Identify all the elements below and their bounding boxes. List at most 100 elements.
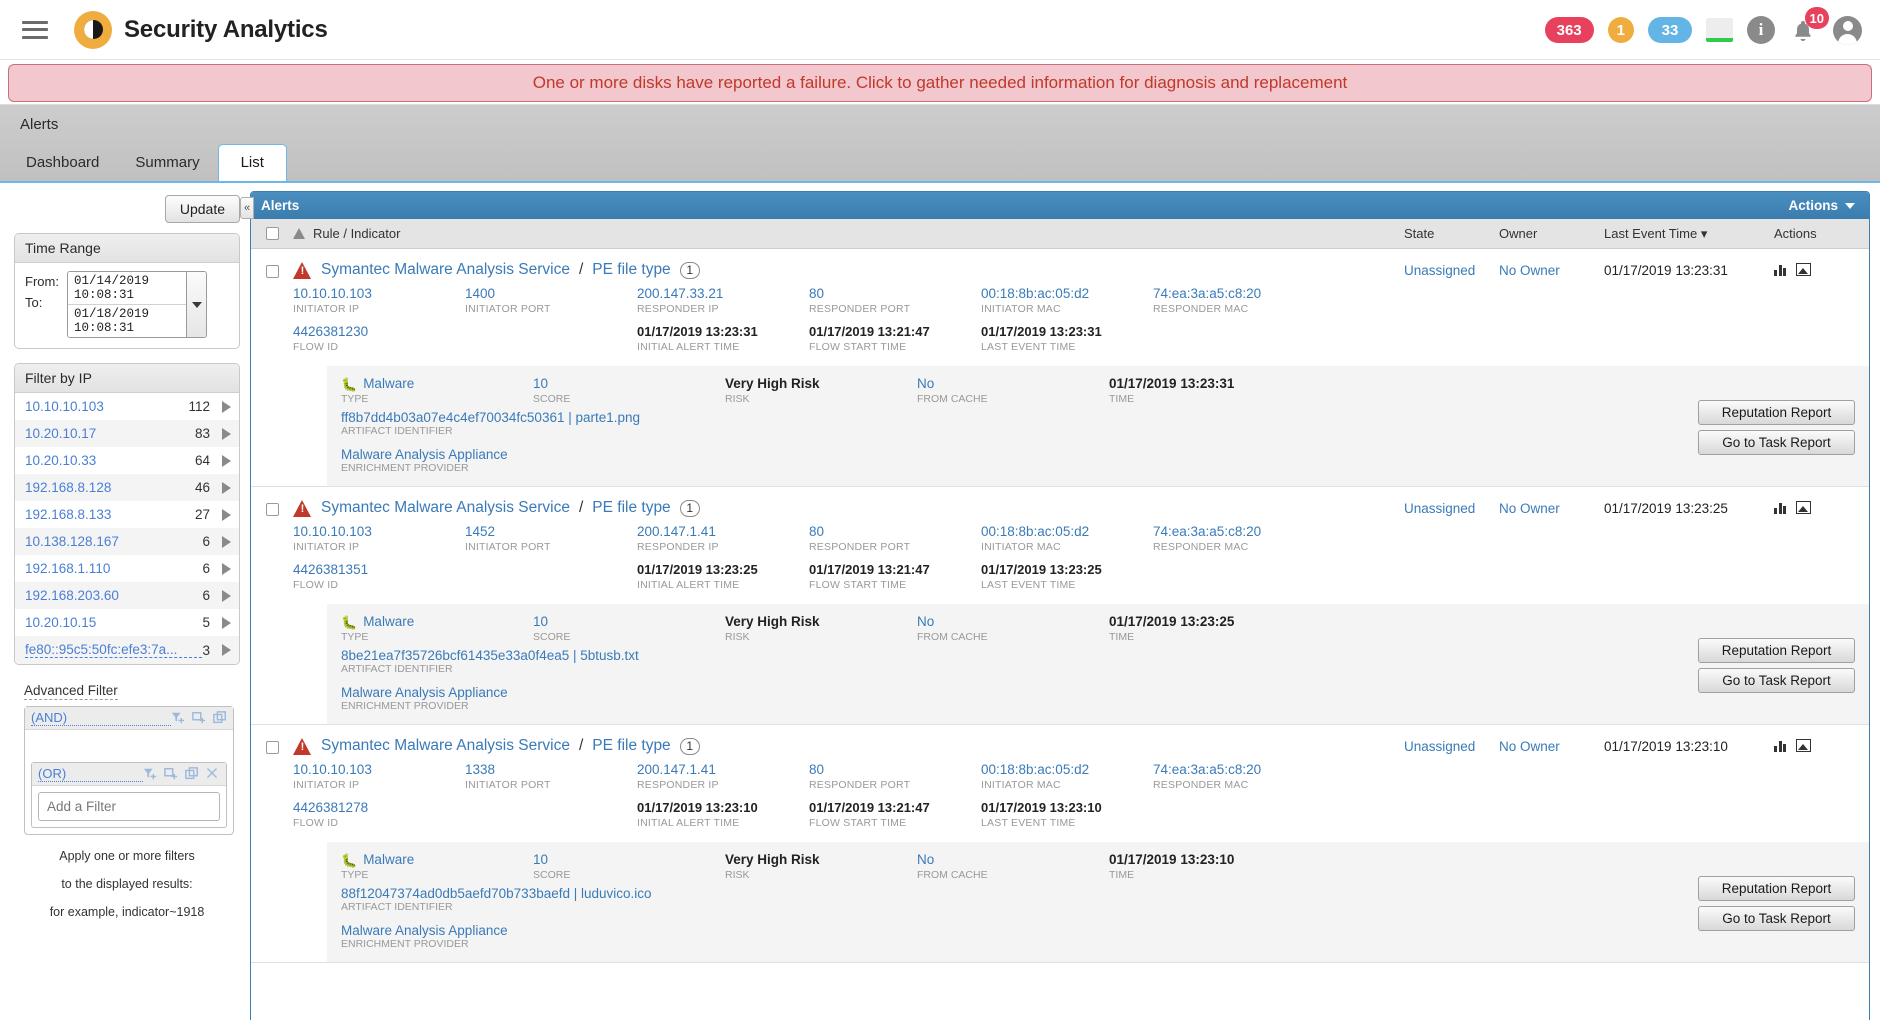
- ip-filter-label[interactable]: 192.168.203.60: [25, 588, 202, 603]
- ip-filter-label[interactable]: 10.20.10.15: [25, 615, 202, 630]
- detail-field-value[interactable]: No: [917, 852, 1109, 868]
- or-add-filter-icon[interactable]: [143, 767, 157, 781]
- image-icon[interactable]: [1796, 739, 1811, 752]
- update-button[interactable]: Update: [164, 195, 240, 223]
- or-copy-group-icon[interactable]: [185, 767, 199, 781]
- warning-count-badge[interactable]: 1: [1607, 17, 1634, 43]
- ip-filter-label[interactable]: 10.20.10.33: [25, 453, 195, 468]
- alert-field-value[interactable]: 80: [809, 762, 981, 778]
- hamburger-icon[interactable]: [22, 20, 48, 39]
- tab-list[interactable]: List: [217, 144, 287, 183]
- alert-rule-indicator[interactable]: PE file type: [592, 261, 670, 279]
- or-group-label[interactable]: (OR): [38, 766, 143, 782]
- alert-row[interactable]: Symantec Malware Analysis Service / PE fil…: [251, 249, 1869, 487]
- alert-field-value[interactable]: 200.147.33.21: [637, 286, 809, 302]
- artifact-identifier-value[interactable]: 8be21ea7f35726bcf61435e33a0f4ea5 | 5btus…: [341, 648, 1855, 663]
- detail-field-value[interactable]: No: [917, 614, 1109, 630]
- ip-filter-row[interactable]: 192.168.203.60 6: [15, 582, 239, 609]
- image-icon[interactable]: [1796, 263, 1811, 276]
- critical-count-badge[interactable]: 363: [1544, 17, 1594, 43]
- alert-field-value[interactable]: 4426381278: [293, 800, 465, 816]
- or-add-group-icon[interactable]: [164, 767, 178, 781]
- select-all-checkbox[interactable]: [265, 227, 279, 240]
- column-owner[interactable]: Owner: [1499, 226, 1604, 241]
- alert-owner[interactable]: No Owner: [1499, 499, 1604, 600]
- enrichment-provider-value[interactable]: Malware Analysis Appliance: [341, 685, 1855, 700]
- alert-field-value[interactable]: 00:18:8b:ac:05:d2: [981, 286, 1153, 302]
- ip-filter-label[interactable]: 10.20.10.17: [25, 426, 195, 441]
- ip-filter-label[interactable]: 192.168.8.133: [25, 507, 195, 522]
- alert-row-checkbox[interactable]: [265, 265, 279, 278]
- alert-rule-service[interactable]: Symantec Malware Analysis Service: [321, 737, 570, 755]
- alert-row-checkbox[interactable]: [265, 503, 279, 516]
- chart-icon[interactable]: [1774, 501, 1786, 514]
- ip-filter-row[interactable]: 192.168.8.128 46: [15, 474, 239, 501]
- detail-field-value[interactable]: 10: [533, 852, 725, 868]
- alert-field-value[interactable]: 4426381230: [293, 324, 465, 340]
- enrichment-provider-value[interactable]: Malware Analysis Appliance: [341, 447, 1855, 462]
- alert-field-value[interactable]: 1452: [465, 524, 637, 540]
- alert-field-value[interactable]: 10.10.10.103: [293, 762, 465, 778]
- reputation-report-button[interactable]: Reputation Report: [1698, 638, 1855, 663]
- alert-rule-service[interactable]: Symantec Malware Analysis Service: [321, 261, 570, 279]
- add-filter-input[interactable]: Add a Filter: [38, 792, 220, 821]
- artifact-identifier-value[interactable]: ff8b7dd4b03a07e4c4ef70034fc50361 | parte…: [341, 410, 1855, 425]
- column-rule-indicator[interactable]: Rule / Indicator: [313, 226, 400, 241]
- alert-owner[interactable]: No Owner: [1499, 737, 1604, 838]
- remove-group-icon[interactable]: [206, 767, 220, 781]
- reputation-report-button[interactable]: Reputation Report: [1698, 876, 1855, 901]
- column-last-event-time[interactable]: Last Event Time ▾: [1604, 226, 1774, 242]
- time-range-dropdown-button[interactable]: [186, 272, 206, 337]
- ip-filter-row[interactable]: 10.20.10.33 64: [15, 447, 239, 474]
- chevron-right-icon[interactable]: [222, 562, 231, 575]
- go-to-task-report-button[interactable]: Go to Task Report: [1698, 430, 1855, 455]
- ip-filter-label[interactable]: fe80::95c5:50fc:efe3:7a...: [25, 642, 203, 658]
- alert-field-value[interactable]: 80: [809, 286, 981, 302]
- chevron-right-icon[interactable]: [222, 400, 231, 413]
- artifact-identifier-value[interactable]: 88f12047374ad0db5aefd70b733baefd | luduv…: [341, 886, 1855, 901]
- alert-rule-indicator[interactable]: PE file type: [592, 737, 670, 755]
- alert-state[interactable]: Unassigned: [1404, 261, 1499, 362]
- system-health-icon[interactable]: [1706, 18, 1733, 42]
- alert-field-value[interactable]: 10.10.10.103: [293, 524, 465, 540]
- reputation-report-button[interactable]: Reputation Report: [1698, 400, 1855, 425]
- alert-field-value[interactable]: 10.10.10.103: [293, 286, 465, 302]
- chevron-right-icon[interactable]: [222, 644, 231, 656]
- alert-state[interactable]: Unassigned: [1404, 499, 1499, 600]
- ip-filter-label[interactable]: 192.168.1.110: [25, 561, 202, 576]
- alert-field-value[interactable]: 4426381351: [293, 562, 465, 578]
- notifications-button[interactable]: 10: [1789, 7, 1829, 46]
- chevron-right-icon[interactable]: [222, 508, 231, 521]
- detail-type-value[interactable]: Malware: [363, 376, 414, 392]
- alert-field-value[interactable]: 74:ea:3a:a5:c8:20: [1153, 762, 1325, 778]
- ip-filter-row[interactable]: 10.20.10.15 5: [15, 609, 239, 636]
- alert-rule-service[interactable]: Symantec Malware Analysis Service: [321, 499, 570, 517]
- ip-filter-row[interactable]: fe80::95c5:50fc:efe3:7a... 3: [15, 636, 239, 664]
- ip-filter-label[interactable]: 10.10.10.103: [25, 399, 188, 414]
- go-to-task-report-button[interactable]: Go to Task Report: [1698, 668, 1855, 693]
- info-icon[interactable]: i: [1747, 16, 1775, 44]
- ip-filter-row[interactable]: 10.138.128.167 6: [15, 528, 239, 555]
- alert-row[interactable]: Symantec Malware Analysis Service / PE fil…: [251, 725, 1869, 963]
- detail-type-value[interactable]: Malware: [363, 614, 414, 630]
- alert-owner[interactable]: No Owner: [1499, 261, 1604, 362]
- alert-field-value[interactable]: 00:18:8b:ac:05:d2: [981, 762, 1153, 778]
- detail-field-value[interactable]: 10: [533, 376, 725, 392]
- add-filter-icon[interactable]: [171, 711, 185, 725]
- collapse-sidebar-button[interactable]: «: [240, 197, 254, 219]
- info-count-badge[interactable]: 33: [1648, 17, 1692, 43]
- chart-icon[interactable]: [1774, 739, 1786, 752]
- chevron-right-icon[interactable]: [222, 454, 231, 467]
- alert-field-value[interactable]: 200.147.1.41: [637, 762, 809, 778]
- alert-row-checkbox[interactable]: [265, 741, 279, 754]
- enrichment-provider-value[interactable]: Malware Analysis Appliance: [341, 923, 1855, 938]
- ip-filter-row[interactable]: 192.168.8.133 27: [15, 501, 239, 528]
- image-icon[interactable]: [1796, 501, 1811, 514]
- alert-rule-indicator[interactable]: PE file type: [592, 499, 670, 517]
- and-group-label[interactable]: (AND): [31, 710, 171, 726]
- user-avatar-icon[interactable]: [1833, 15, 1862, 45]
- add-group-icon[interactable]: [192, 711, 206, 725]
- alert-field-value[interactable]: 00:18:8b:ac:05:d2: [981, 524, 1153, 540]
- alert-field-value[interactable]: 74:ea:3a:a5:c8:20: [1153, 524, 1325, 540]
- column-state[interactable]: State: [1404, 226, 1499, 241]
